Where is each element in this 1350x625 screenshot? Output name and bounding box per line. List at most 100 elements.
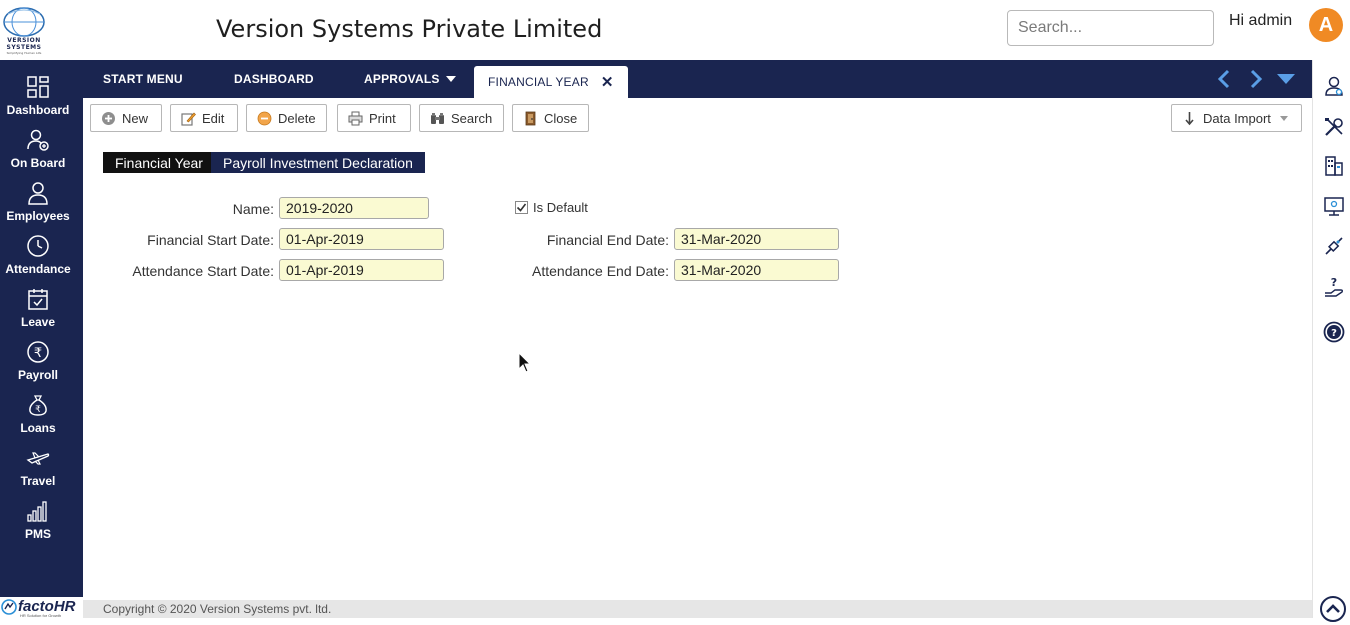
close-icon[interactable]: ✕ bbox=[601, 73, 614, 91]
dashboard-icon bbox=[27, 76, 49, 98]
sidebar-item-travel[interactable]: Travel bbox=[0, 446, 76, 496]
button-label: Close bbox=[544, 110, 578, 126]
help-hand-icon[interactable]: ? bbox=[1323, 276, 1345, 298]
dropdown-arrow-icon[interactable] bbox=[1276, 72, 1296, 86]
close-button[interactable]: Close bbox=[512, 104, 589, 132]
mouse-cursor-icon bbox=[518, 352, 532, 373]
tab-dashboard[interactable]: DASHBOARD bbox=[234, 60, 314, 98]
factohr-logo-icon bbox=[1, 599, 17, 615]
top-nav-bar: START MENU DASHBOARD APPROVALS FINANCIAL… bbox=[83, 60, 1312, 98]
sidebar-item-label: On Board bbox=[10, 156, 66, 170]
airplane-icon bbox=[26, 452, 50, 465]
right-sidebar: ? ? bbox=[1312, 60, 1350, 618]
svg-text:?: ? bbox=[1331, 276, 1337, 289]
search-button[interactable]: Search bbox=[419, 104, 504, 132]
tab-financial-year[interactable]: FINANCIAL YEAR ✕ bbox=[474, 66, 628, 98]
name-label: Name: bbox=[232, 201, 274, 217]
name-field[interactable] bbox=[279, 197, 429, 219]
print-button[interactable]: Print bbox=[337, 104, 411, 132]
monitor-settings-icon[interactable] bbox=[1323, 195, 1345, 217]
sidebar-item-label: Dashboard bbox=[6, 103, 70, 117]
is-default-checkbox[interactable] bbox=[515, 201, 528, 214]
exit-door-icon bbox=[525, 111, 536, 125]
user-avatar[interactable]: A bbox=[1309, 8, 1343, 42]
footer: Copyright © 2020 Version Systems pvt. lt… bbox=[83, 600, 1312, 618]
sidebar-item-label: Loans bbox=[20, 421, 56, 435]
button-label: Edit bbox=[202, 110, 225, 126]
sidebar-item-label: Employees bbox=[6, 209, 70, 223]
financial-start-date-field[interactable] bbox=[279, 228, 444, 250]
attendance-end-date-field[interactable] bbox=[674, 259, 839, 281]
svg-text:?: ? bbox=[1331, 328, 1337, 339]
sidebar-item-label: Travel bbox=[20, 474, 56, 488]
clock-icon bbox=[27, 235, 49, 257]
factohr-tagline: HR Solution for Growth bbox=[20, 613, 62, 618]
sidebar-item-attendance[interactable]: Attendance bbox=[0, 234, 76, 284]
sidebar-item-label: Payroll bbox=[17, 368, 59, 382]
global-search-input[interactable] bbox=[1007, 10, 1214, 46]
plug-connect-icon[interactable] bbox=[1323, 235, 1345, 257]
sidebar-item-onboard[interactable]: On Board bbox=[0, 128, 76, 178]
user-settings-icon[interactable] bbox=[1323, 75, 1345, 97]
company-logo[interactable]: VERSION SYSTEMS Simplifying Human Life bbox=[0, 4, 48, 56]
tab-label: START MENU bbox=[103, 72, 183, 86]
binoculars-icon bbox=[431, 112, 444, 124]
tab-label: APPROVALS bbox=[364, 72, 440, 86]
action-toolbar: New Edit Delete Print Search Close Data … bbox=[83, 98, 1312, 138]
svg-text:₹: ₹ bbox=[35, 405, 41, 415]
tools-icon[interactable] bbox=[1323, 116, 1345, 138]
button-label: Delete bbox=[278, 110, 316, 126]
sidebar-item-employees[interactable]: Employees bbox=[0, 181, 76, 231]
printer-icon bbox=[348, 111, 363, 125]
sidebar-item-leave[interactable]: Leave bbox=[0, 287, 76, 337]
subtab-financial-year[interactable]: Financial Year bbox=[103, 152, 215, 173]
delete-button[interactable]: Delete bbox=[246, 104, 327, 132]
attendance-start-date-label: Attendance Start Date: bbox=[132, 263, 274, 279]
sidebar-item-loans[interactable]: ₹ Loans bbox=[0, 393, 76, 443]
edit-button[interactable]: Edit bbox=[170, 104, 238, 132]
left-sidebar: Dashboard On Board Employees Attendance … bbox=[0, 60, 83, 618]
sidebar-item-label: Leave bbox=[20, 315, 56, 329]
button-label: Data Import bbox=[1203, 110, 1271, 126]
rupee-icon: ₹ bbox=[27, 341, 49, 363]
button-label: New bbox=[122, 110, 149, 126]
chevron-right-icon[interactable] bbox=[1246, 69, 1264, 89]
data-import-button[interactable]: Data Import bbox=[1171, 104, 1302, 132]
financial-start-date-label: Financial Start Date: bbox=[147, 232, 274, 248]
tab-approvals[interactable]: APPROVALS bbox=[364, 60, 456, 98]
svg-text:₹: ₹ bbox=[34, 346, 42, 361]
scroll-to-top-button[interactable] bbox=[1320, 596, 1346, 622]
sidebar-item-dashboard[interactable]: Dashboard bbox=[0, 75, 76, 125]
tab-start-menu[interactable]: START MENU bbox=[103, 60, 183, 98]
svg-text:SYSTEMS: SYSTEMS bbox=[7, 44, 42, 51]
attendance-end-date-label: Attendance End Date: bbox=[532, 263, 669, 279]
employees-icon bbox=[28, 182, 48, 205]
attendance-start-date-field[interactable] bbox=[279, 259, 444, 281]
subtab-payroll-investment-declaration[interactable]: Payroll Investment Declaration bbox=[211, 152, 425, 173]
question-circle-icon[interactable]: ? bbox=[1323, 321, 1345, 343]
nav-arrows bbox=[1216, 60, 1296, 98]
company-name: Version Systems Private Limited bbox=[216, 15, 603, 43]
checkmark-icon bbox=[516, 203, 527, 212]
chevron-left-icon[interactable] bbox=[1216, 69, 1234, 89]
financial-end-date-field[interactable] bbox=[674, 228, 839, 250]
money-bag-icon: ₹ bbox=[29, 395, 47, 416]
sidebar-item-payroll[interactable]: ₹ Payroll bbox=[0, 340, 76, 390]
organization-icon[interactable] bbox=[1323, 155, 1345, 177]
caret-down-icon bbox=[445, 76, 456, 82]
bar-signal-icon bbox=[27, 501, 47, 522]
svg-text:Simplifying Human Life: Simplifying Human Life bbox=[7, 51, 42, 55]
dropdown-caret-icon bbox=[1279, 115, 1288, 121]
factohr-brand[interactable]: factoHR HR Solution for Growth bbox=[0, 597, 83, 618]
svg-text:VERSION: VERSION bbox=[7, 37, 41, 44]
plus-circle-icon bbox=[102, 111, 115, 125]
sidebar-item-pms[interactable]: PMS bbox=[0, 499, 76, 549]
button-label: Print bbox=[369, 110, 396, 126]
chevron-up-icon bbox=[1326, 604, 1340, 613]
sidebar-item-label: PMS bbox=[24, 527, 51, 541]
copyright-text: Copyright © 2020 Version Systems pvt. lt… bbox=[103, 602, 332, 616]
new-button[interactable]: New bbox=[90, 104, 162, 132]
financial-end-date-label: Financial End Date: bbox=[546, 232, 669, 248]
button-label: Search bbox=[451, 110, 493, 126]
tab-label: DASHBOARD bbox=[234, 72, 314, 86]
